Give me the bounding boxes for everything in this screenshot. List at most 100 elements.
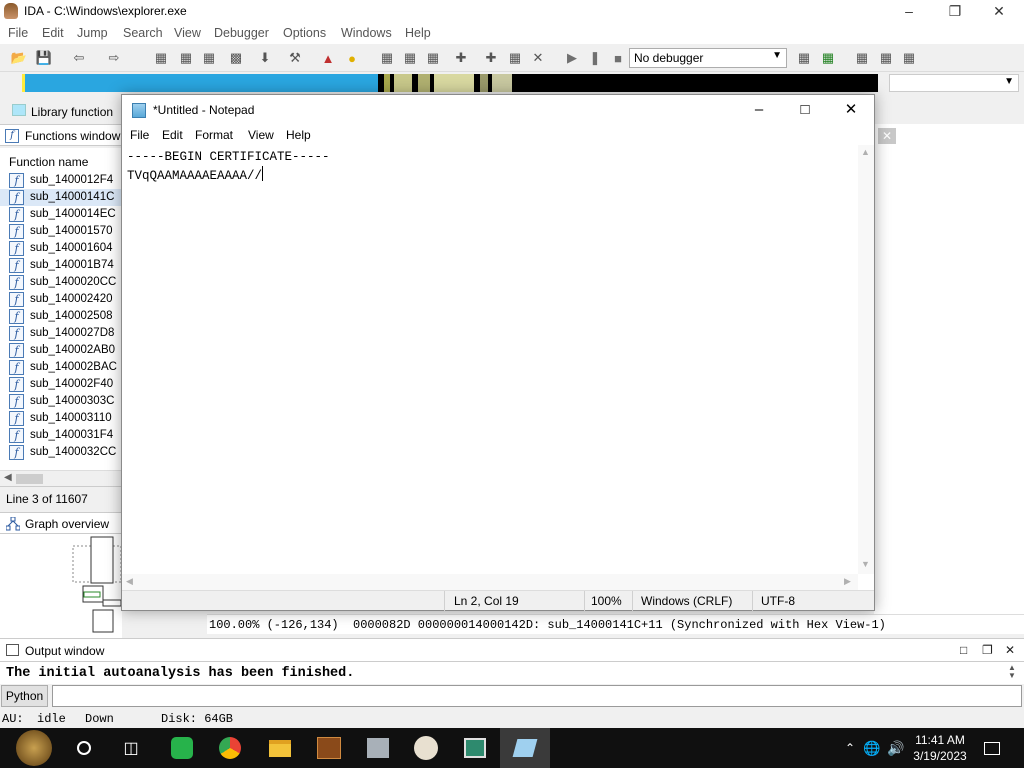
function-row[interactable]: f sub_140002F40: [0, 376, 122, 393]
notepad-menu-edit[interactable]: Edit: [162, 128, 183, 142]
tab-functions-window[interactable]: f Functions window: [0, 124, 122, 146]
function-row[interactable]: f sub_140001604: [0, 240, 122, 257]
color-icon[interactable]: ▲: [319, 49, 337, 67]
function-row[interactable]: f sub_1400012F4: [0, 172, 122, 189]
graph-overview-area[interactable]: [0, 534, 122, 638]
scroll-down-icon[interactable]: ▼: [861, 559, 870, 569]
minimize-icon[interactable]: –: [886, 0, 932, 22]
notepad-title-bar[interactable]: *Untitled - Notepad – □ ✕: [122, 95, 874, 125]
immediate-search-icon[interactable]: ▦: [200, 49, 218, 67]
open-icon[interactable]: 📂: [10, 49, 28, 67]
navigation-strip[interactable]: [22, 74, 878, 92]
function-row[interactable]: f sub_140003110: [0, 410, 122, 427]
down-arrow-icon[interactable]: ⬇: [256, 49, 274, 67]
stop-icon[interactable]: ■: [609, 49, 627, 67]
python-button[interactable]: Python: [1, 685, 48, 707]
function-row[interactable]: f sub_1400014EC: [0, 206, 122, 223]
scroll-right-icon[interactable]: ▶: [844, 576, 851, 587]
debugger-select[interactable]: No debugger ▼: [629, 48, 787, 68]
text-search-icon[interactable]: ▦: [177, 49, 195, 67]
navigation-dropdown[interactable]: ▼: [889, 74, 1019, 92]
save-icon[interactable]: 💾: [35, 49, 53, 67]
app-icon-gray[interactable]: [364, 734, 392, 762]
step-icon[interactable]: ▦: [877, 49, 895, 67]
restore-icon[interactable]: ❐: [932, 0, 978, 22]
notepad-menu-view[interactable]: View: [248, 128, 274, 142]
back-icon[interactable]: ⇦: [70, 49, 88, 67]
function-row[interactable]: f sub_1400032CC: [0, 444, 122, 461]
binary-search-icon[interactable]: ▦: [152, 49, 170, 67]
function-row[interactable]: f sub_140001570: [0, 223, 122, 240]
notifications-icon[interactable]: [978, 734, 1006, 762]
app-icon-orange[interactable]: [315, 734, 343, 762]
function-row[interactable]: f sub_140002AB0: [0, 342, 122, 359]
notepad-menu-help[interactable]: Help: [286, 128, 311, 142]
notepad-vscrollbar[interactable]: ▲ ▼: [858, 145, 874, 574]
ida-menu-help[interactable]: Help: [405, 26, 431, 40]
scroll-left-icon[interactable]: ◀: [4, 472, 12, 483]
ida-menu-jump[interactable]: Jump: [77, 26, 108, 40]
ida-taskbar-icon[interactable]: [412, 734, 440, 762]
volume-icon[interactable]: 🔊: [882, 734, 910, 762]
function-name-header[interactable]: Function name: [9, 155, 88, 169]
function-row[interactable]: f sub_14000141C: [0, 189, 122, 206]
search-icon[interactable]: [70, 734, 98, 762]
close-icon[interactable]: ✕: [1005, 643, 1015, 657]
function-row[interactable]: f sub_1400027D8: [0, 325, 122, 342]
close-icon[interactable]: ✕: [878, 128, 896, 144]
scroll-thumb[interactable]: [16, 474, 43, 484]
functions-list[interactable]: Function name f sub_1400012F4 f sub_1400014…: [0, 148, 122, 470]
chrome-icon[interactable]: [216, 734, 244, 762]
close-icon[interactable]: ✕: [976, 0, 1022, 22]
struct-icon[interactable]: ✚: [452, 49, 470, 67]
maximize-icon[interactable]: □: [782, 95, 828, 125]
output-text-area[interactable]: The initial autoanalysis has been finish…: [0, 662, 1024, 684]
ida-menu-search[interactable]: Search: [123, 26, 163, 40]
list-icon[interactable]: ▦: [853, 49, 871, 67]
function-row[interactable]: f sub_14000303C: [0, 393, 122, 410]
ida-menu-edit[interactable]: Edit: [42, 26, 64, 40]
close-icon[interactable]: ✕: [828, 95, 874, 125]
ida-menu-options[interactable]: Options: [283, 26, 326, 40]
minimize-icon[interactable]: –: [736, 95, 782, 125]
file-explorer-icon[interactable]: [266, 734, 294, 762]
refresh-icon[interactable]: ▦: [819, 49, 837, 67]
tab-graph-overview[interactable]: Graph overview: [0, 512, 122, 534]
notepad-taskbar-icon[interactable]: [500, 728, 550, 768]
bulb-icon[interactable]: ●: [343, 49, 361, 67]
restore-icon[interactable]: ❐: [982, 643, 993, 657]
scroll-up-icon[interactable]: ▲: [861, 147, 870, 157]
forward-icon[interactable]: ⇨: [105, 49, 123, 67]
enum-icon[interactable]: ✚: [482, 49, 500, 67]
python-input[interactable]: [52, 685, 1022, 707]
ida-menu-windows[interactable]: Windows: [341, 26, 392, 40]
task-view-icon[interactable]: ◫: [117, 734, 145, 762]
function-row[interactable]: f sub_1400031F4: [0, 427, 122, 444]
function-row[interactable]: f sub_140002420: [0, 291, 122, 308]
notepad-text-area[interactable]: -----BEGIN CERTIFICATE----- TVqQAAMAAAAEA…: [122, 145, 858, 574]
clock[interactable]: 11:41 AM 3/19/2023: [910, 732, 970, 764]
scroll-left-icon[interactable]: ◀: [126, 576, 133, 587]
notepad-menu-format[interactable]: Format: [195, 128, 233, 142]
patch-icon[interactable]: ▦: [506, 49, 524, 67]
notepad-hscrollbar[interactable]: ◀ ▶: [122, 574, 858, 590]
tool-icon[interactable]: ⚒: [286, 49, 304, 67]
notepad-menu-file[interactable]: File: [130, 128, 149, 142]
app-icon-green[interactable]: [168, 734, 196, 762]
undefine-icon[interactable]: ✕: [529, 49, 547, 67]
data-icon[interactable]: ▦: [401, 49, 419, 67]
app-icon-teal[interactable]: [461, 734, 489, 762]
maximize-icon[interactable]: □: [960, 643, 967, 657]
code-icon[interactable]: ▦: [378, 49, 396, 67]
output-tab-label[interactable]: Output window: [25, 644, 104, 658]
ida-menu-file[interactable]: File: [8, 26, 28, 40]
close-debug-icon[interactable]: ▦: [900, 49, 918, 67]
functions-hscrollbar[interactable]: ◀: [0, 470, 122, 486]
string-icon[interactable]: ▦: [424, 49, 442, 67]
search-next-icon[interactable]: ▩: [227, 49, 245, 67]
function-row[interactable]: f sub_140002BAC: [0, 359, 122, 376]
pause-icon[interactable]: ❚: [586, 49, 604, 67]
play-icon[interactable]: ▶: [563, 49, 581, 67]
ida-menu-debugger[interactable]: Debugger: [214, 26, 269, 40]
start-icon[interactable]: [16, 730, 52, 766]
